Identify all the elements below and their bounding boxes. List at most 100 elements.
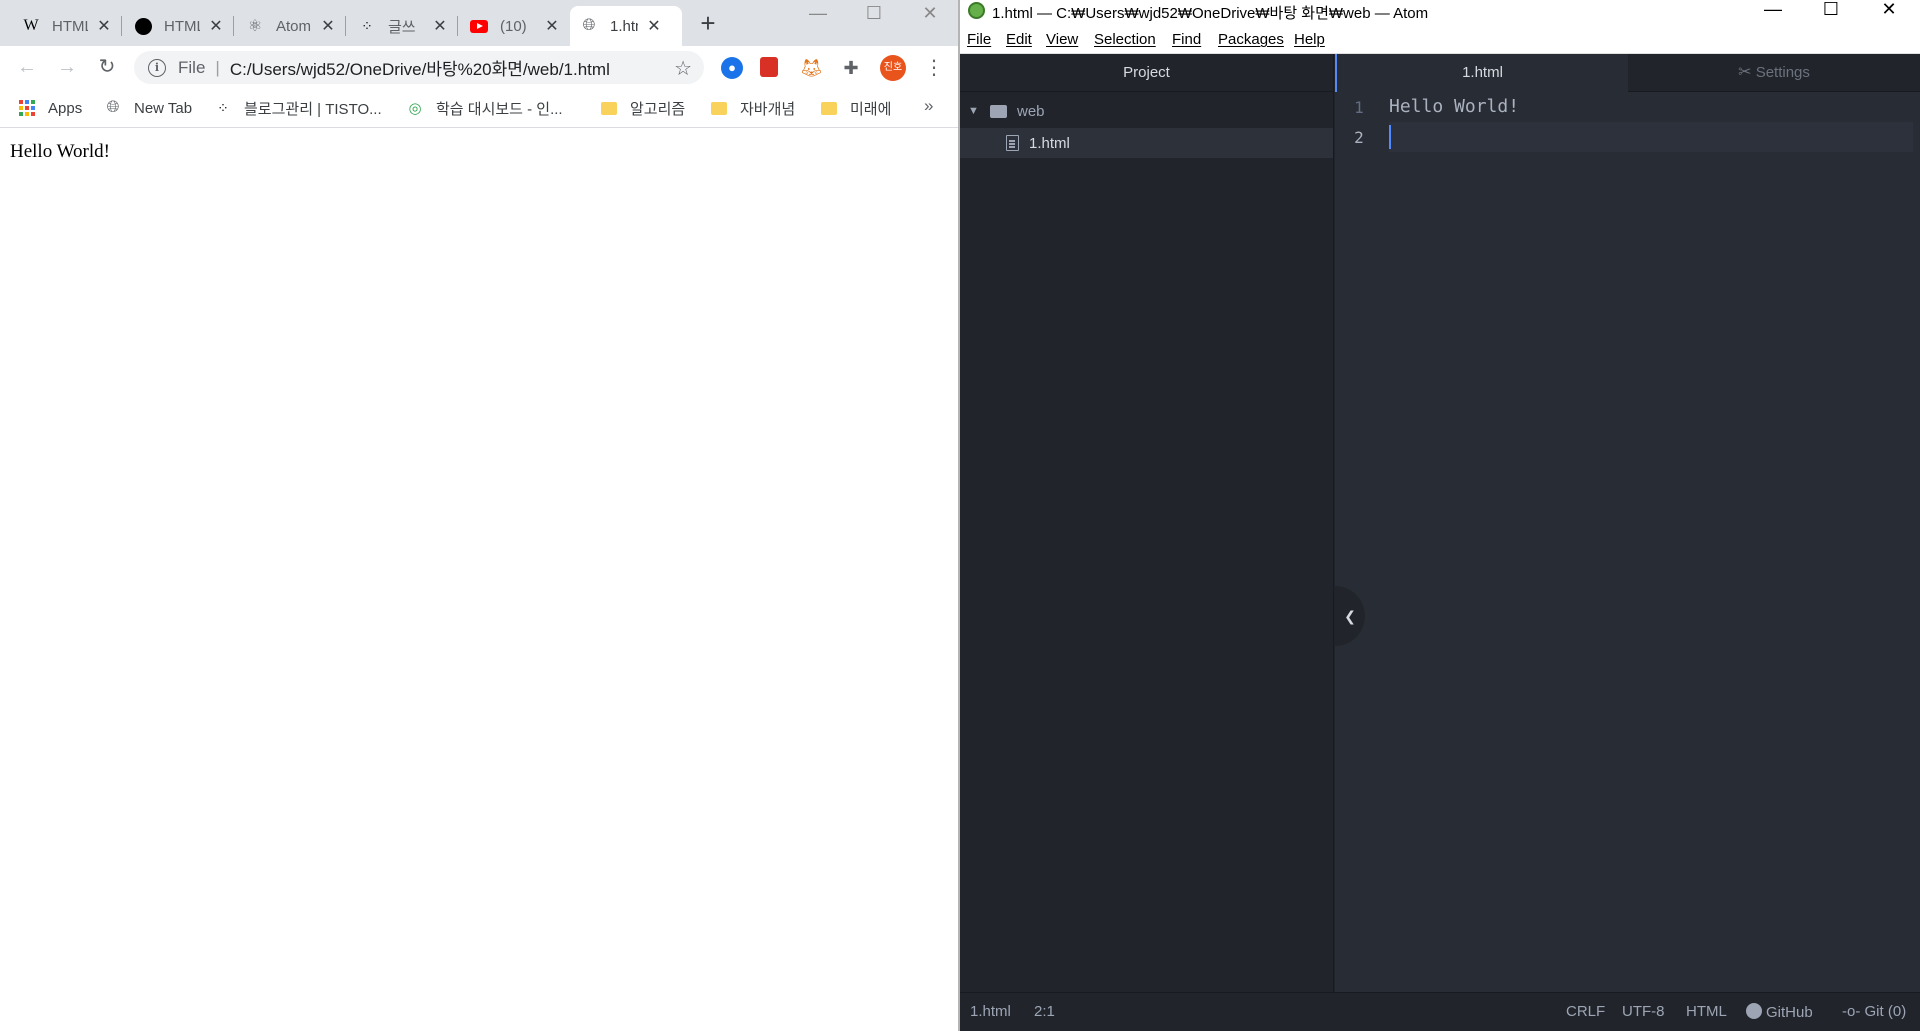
back-button[interactable]: ← [12,52,42,82]
tab-title: HTML [52,17,88,35]
tab-settings[interactable]: ✂ Settings [1628,54,1920,92]
code-line-current[interactable] [1389,122,1913,152]
tab-tistory[interactable]: ⁘ 글쓰 ✕ [348,6,458,46]
bookmarks-overflow-button[interactable]: » [924,96,933,116]
close-icon[interactable]: ✕ [320,16,336,36]
close-icon[interactable]: ✕ [208,16,224,36]
github-label: GitHub [1766,1004,1813,1021]
close-icon[interactable]: ✕ [96,16,112,36]
atom-window: 1.html — C:₩Users₩wjd52₩OneDrive₩바탕 화면₩w… [960,0,1920,1031]
tree-folder-web[interactable]: ▼ web [960,96,1333,126]
info-icon[interactable]: i [148,58,166,77]
extension-blue-icon[interactable]: ● [721,57,743,79]
status-github[interactable]: GitHub [1746,1003,1813,1021]
bookmark-folder-algorithm[interactable]: 알고리즘 [600,96,685,120]
tab-html[interactable]: HTML ✕ [124,6,234,46]
menu-view[interactable]: View [1046,31,1078,48]
page-content-text: Hello World! [10,141,110,162]
code-line[interactable]: Hello World! [1389,92,1913,122]
line-number: 2 [1354,128,1364,147]
menu-find[interactable]: Find [1172,31,1201,48]
menu-edit[interactable]: Edit [1006,31,1032,48]
minimize-button[interactable]: — [790,0,846,30]
editor-tab-bar: 1.html ✂ Settings [1335,54,1920,92]
chevron-down-icon[interactable]: ▼ [968,105,982,117]
extension-red-icon[interactable] [760,57,778,77]
bookmark-folder-mirae[interactable]: 미래에 [820,96,891,120]
tools-icon: ✂ [1738,64,1752,81]
address-bar[interactable]: i File | C:/Users/wjd52/OneDrive/바탕%20화면… [134,51,704,84]
globe-icon: 🌐︎ [106,99,120,116]
metamask-fox-icon[interactable]: 🦊︎ [800,57,823,79]
bookmark-label: 블로그관리 | TISTO... [244,100,382,118]
menu-file[interactable]: File [967,31,991,48]
maximize-button[interactable]: ☐ [846,0,902,30]
status-git[interactable]: -o- Git (0) [1842,1003,1906,1020]
tistory-icon: ⁘ [217,99,229,116]
minimize-button[interactable]: — [1744,0,1802,22]
git-label: Git (0) [1864,1003,1907,1020]
bookmark-folder-java[interactable]: 자바개념 [710,96,795,120]
git-commit-icon: -o- [1842,1003,1861,1020]
tree-file-1-html[interactable]: 1.html [960,128,1333,158]
menu-selection[interactable]: Selection [1094,31,1156,48]
url-scheme: File [178,57,206,77]
maximize-button[interactable]: ☐ [1802,0,1860,22]
close-icon[interactable]: ✕ [544,16,560,36]
status-cursor-position[interactable]: 2:1 [1034,1003,1055,1020]
file-label: 1.html [1029,134,1070,152]
bookmark-label: New Tab [134,99,193,117]
bookmarks-bar: Apps 🌐︎ New Tab ⁘ 블로그관리 | TISTO... ◎ 학습 … [0,88,958,128]
tab-youtube[interactable]: (10) ✕ [460,6,570,46]
tab-title: 1.htm [610,17,638,35]
github-icon [1746,1003,1762,1019]
status-encoding[interactable]: UTF-8 [1622,1003,1665,1020]
tab-1-html[interactable]: 1.html [1335,54,1628,92]
bookmark-label: 알고리즘 [630,100,686,118]
tab-title: HTML [164,17,200,35]
text-editor[interactable]: 1 2 Hello World! ❮ [1335,92,1920,992]
separator: | [215,57,220,77]
close-window-button[interactable]: ✕ [1860,0,1918,22]
close-icon[interactable]: ✕ [646,16,662,36]
status-file-name[interactable]: 1.html [970,1003,1011,1020]
tab-wikipedia[interactable]: W HTML ✕ [12,6,122,46]
close-window-button[interactable]: ✕ [902,0,958,30]
menu-packages[interactable]: Packages [1218,31,1284,48]
url-text[interactable]: C:/Users/wjd52/OneDrive/바탕%20화면/web/1.ht… [230,55,610,80]
folder-icon [710,99,728,117]
tab-active-1-html[interactable]: 🌐︎ 1.htm ✕ [570,6,682,46]
chrome-window: W HTML ✕ HTML ✕ ⚛ Atom ✕ ⁘ 글쓰 ✕ (10) ✕ 🌐… [0,0,958,1031]
new-tab-button[interactable]: + [694,10,722,38]
more-menu-icon[interactable]: ⋮ [924,55,944,81]
status-line-ending[interactable]: CRLF [1566,1003,1605,1020]
atom-title-bar: 1.html — C:₩Users₩wjd52₩OneDrive₩바탕 화면₩w… [960,0,1920,22]
profile-avatar[interactable]: 진호 [880,55,906,81]
tab-settings-label: Settings [1755,64,1810,81]
bookmark-tistory[interactable]: ⁘ 블로그관리 | TISTO... [214,96,382,120]
window-title: 1.html — C:₩Users₩wjd52₩OneDrive₩바탕 화면₩w… [992,5,1429,22]
bookmark-learning-dashboard[interactable]: ◎ 학습 대시보드 - 인... [406,96,563,120]
tab-title: (10) [500,17,527,35]
bookmark-star-icon[interactable]: ☆ [674,56,692,81]
bookmark-apps[interactable]: Apps [18,96,82,120]
tab-strip: W HTML ✕ HTML ✕ ⚛ Atom ✕ ⁘ 글쓰 ✕ (10) ✕ 🌐… [0,0,958,46]
menu-help[interactable]: Help [1294,31,1325,48]
tab-title: Atom [276,17,312,35]
line-number-gutter: 1 2 [1335,92,1383,992]
apps-grid-icon [18,99,36,117]
bookmark-label: 학습 대시보드 - 인... [436,100,563,118]
forward-button[interactable]: → [52,52,82,82]
status-grammar[interactable]: HTML [1686,1003,1727,1020]
puzzle-extensions-icon[interactable]: ✚ [840,57,862,79]
wikipedia-icon: W [23,17,39,34]
reload-button[interactable]: ↻ [92,52,122,82]
tistory-icon: ⁘ [361,17,373,34]
tab-atom[interactable]: ⚛ Atom ✕ [236,6,346,46]
close-icon[interactable]: ✕ [432,16,448,36]
line-number: 1 [1354,98,1364,117]
menu-bar: File Edit View Selection Find Packages H… [960,22,1920,54]
folder-label: web [1017,102,1045,120]
tree-view-header[interactable]: Project [960,54,1333,92]
bookmark-new-tab[interactable]: 🌐︎ New Tab [104,96,193,120]
